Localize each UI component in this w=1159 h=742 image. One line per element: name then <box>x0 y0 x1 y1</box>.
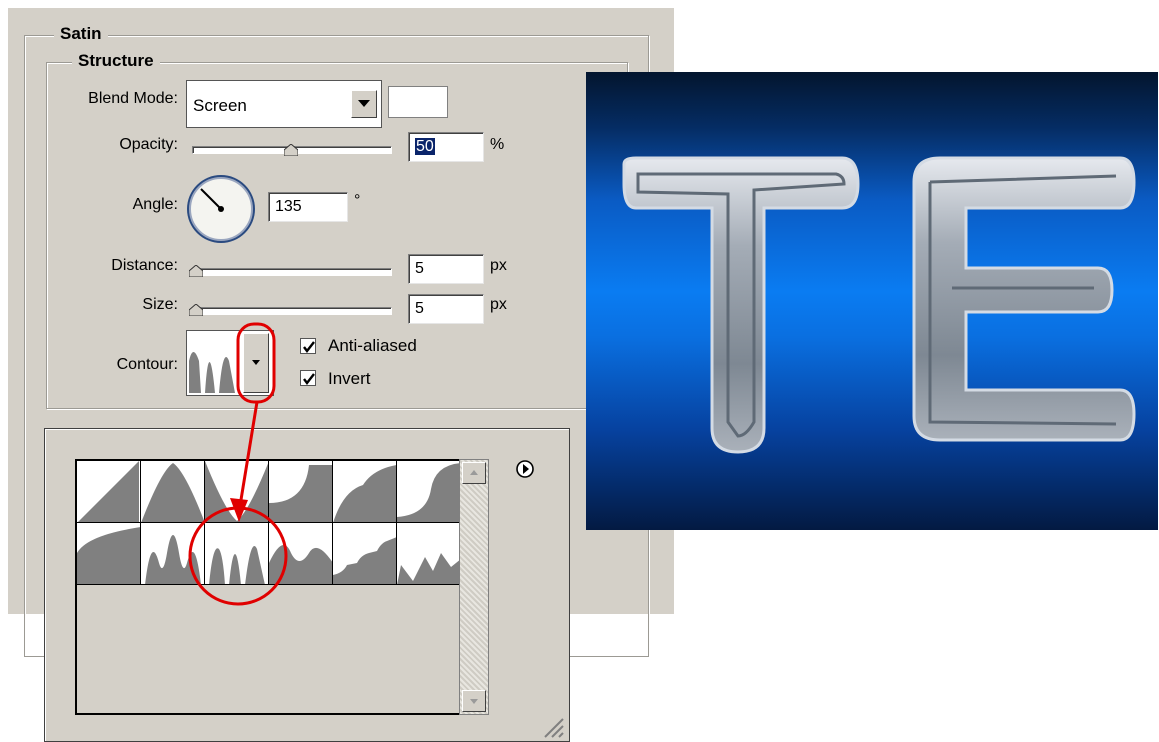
annotation-circle-selected-preset <box>188 506 288 606</box>
satin-text-preview: TE <box>622 156 1136 454</box>
annotation-arrow-line <box>237 401 259 513</box>
annotation-ellipse-contour-button <box>236 322 276 404</box>
preview-image: TE <box>586 72 1158 530</box>
